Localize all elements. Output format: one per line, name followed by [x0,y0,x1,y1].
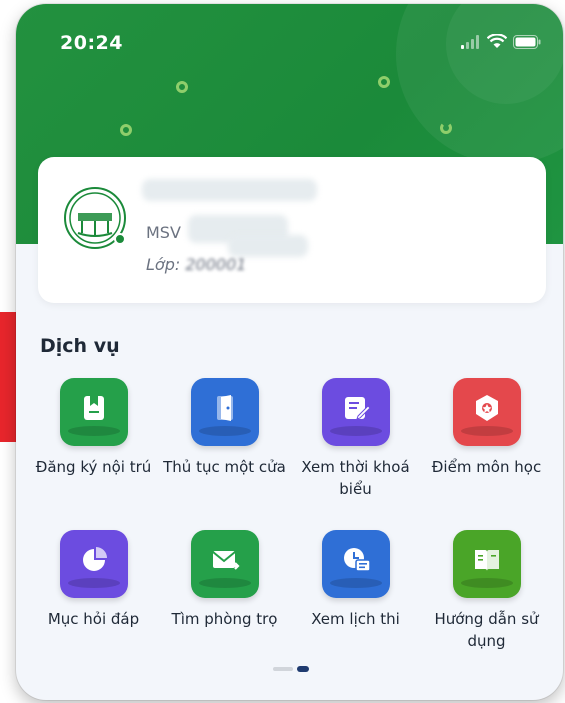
battery-icon [513,34,541,53]
student-id-label: MSV [146,223,181,242]
service-exam-schedule[interactable]: Xem lịch thi [290,530,421,630]
redacted-name [142,179,317,201]
service-label: Tìm phòng trọ [171,610,278,628]
page-indicator[interactable] [273,666,309,672]
red-edge-strip [0,312,16,442]
service-label: Điểm môn học [431,458,542,476]
grade-icon [452,378,521,446]
system-icons [461,33,541,53]
services-section-title: Dịch vụ [40,335,120,357]
service-label: Xem lịch thi [311,610,400,628]
class-value: 200001 [185,255,247,274]
wifi-icon [486,33,508,53]
service-qa[interactable]: Mục hỏi đáp [28,530,159,630]
page-dot[interactable] [273,667,293,671]
service-one-stop[interactable]: Thủ tục một cửa [159,378,290,478]
qa-chart-icon [59,530,128,598]
service-label: Đăng ký nội trú [35,458,152,476]
service-timetable[interactable]: Xem thời khoá biểu [290,378,421,500]
service-room-search[interactable]: Tìm phòng trọ [159,530,290,630]
service-label: Mục hỏi đáp [47,610,140,628]
phone-screen: 20:24 MSV Lớp: 200001 Dịch vụ Đăng ký nộ… [16,4,563,700]
decor-dot [440,122,452,134]
service-label: Hướng dẫn sử dụng [434,610,539,650]
cellular-signal-icon [461,34,481,53]
service-user-guide[interactable]: Hướng dẫn sử dụng [421,530,552,652]
online-indicator [114,233,126,245]
class-label: Lớp: 200001 [146,255,247,274]
student-profile-card[interactable]: MSV Lớp: 200001 [38,157,546,303]
guide-book-icon [452,530,521,598]
room-search-icon [190,530,259,598]
exam-schedule-icon [321,530,390,598]
redacted-msv [228,235,308,257]
page-dot-active[interactable] [297,666,309,672]
status-time: 20:24 [60,32,123,54]
service-label: Xem thời khoá biểu [301,458,410,498]
decor-dot [120,124,132,136]
service-grades[interactable]: Điểm môn học [421,378,552,478]
timetable-icon [321,378,390,446]
school-logo-avatar [64,187,126,249]
status-bar: 20:24 [16,4,563,84]
door-icon [190,378,259,446]
service-dorm-register[interactable]: Đăng ký nội trú [28,378,159,478]
service-label: Thủ tục một cửa [163,458,286,476]
dorm-register-icon [59,378,128,446]
